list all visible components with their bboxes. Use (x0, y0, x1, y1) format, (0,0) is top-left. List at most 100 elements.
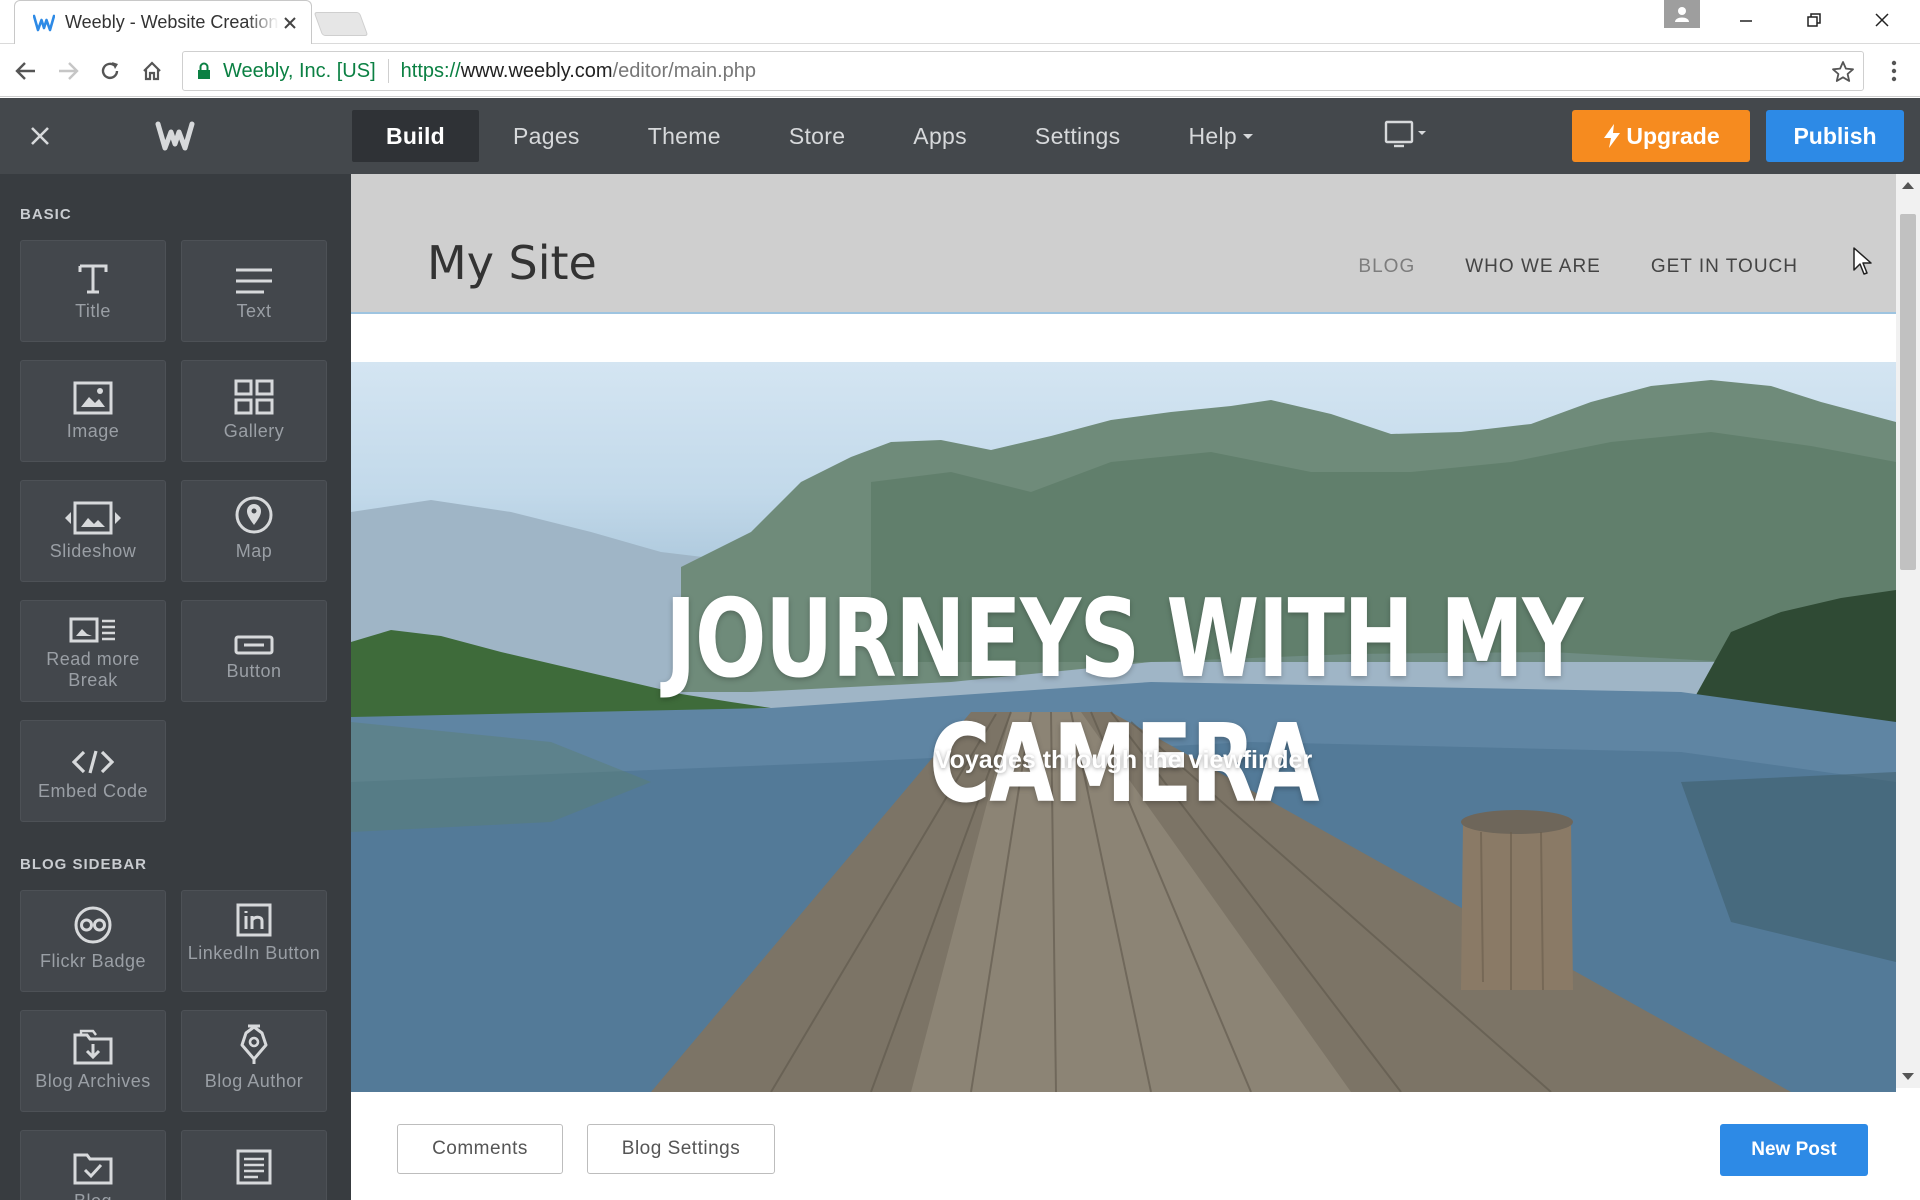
gallery-icon (234, 361, 274, 415)
blog-settings-button[interactable]: Blog Settings (587, 1124, 775, 1174)
code-icon (72, 721, 114, 775)
element-label: Blog (74, 1191, 112, 1200)
scroll-up-arrow-icon[interactable] (1902, 182, 1914, 189)
site-nav-blog[interactable]: BLOG (1358, 256, 1415, 278)
text-icon (234, 241, 274, 295)
site-identity: Weebly, Inc. [US] (223, 59, 376, 82)
element-embed-code[interactable]: Embed Code (20, 720, 166, 822)
element-flickr-badge[interactable]: Flickr Badge (20, 890, 166, 992)
element-text[interactable]: Text (181, 240, 327, 342)
element-label: Text (236, 301, 272, 321)
element-label: Blog Author (204, 1071, 304, 1091)
close-tab-icon[interactable] (279, 12, 301, 34)
lightning-icon (1604, 124, 1621, 148)
reload-icon[interactable] (96, 57, 124, 85)
tab-help[interactable]: Help (1154, 110, 1287, 162)
site-header[interactable]: My Site BLOG WHO WE ARE GET IN TOUCH (351, 174, 1896, 314)
title-icon (76, 241, 110, 295)
new-tab-button[interactable] (313, 12, 369, 36)
site-nav-get-in-touch[interactable]: GET IN TOUCH (1651, 256, 1798, 278)
flickr-icon (73, 891, 113, 945)
device-preview-icon[interactable] (1384, 118, 1434, 152)
restore-icon[interactable] (1784, 0, 1844, 40)
publish-button[interactable]: Publish (1766, 110, 1904, 162)
bookmark-star-icon[interactable] (1831, 60, 1855, 84)
upgrade-button[interactable]: Upgrade (1572, 110, 1750, 162)
element-blog-posts[interactable] (181, 1130, 327, 1200)
tab-theme[interactable]: Theme (614, 110, 755, 162)
element-gallery[interactable]: Gallery (181, 360, 327, 462)
element-label: Slideshow (49, 541, 137, 561)
minimize-icon[interactable] (1716, 0, 1776, 40)
button-icon (234, 601, 274, 655)
back-arrow-icon[interactable] (12, 57, 40, 85)
hero-title[interactable]: JOURNEYS WITH MY CAMERA (521, 577, 1726, 827)
element-map[interactable]: Map (181, 480, 327, 582)
tab-store[interactable]: Store (755, 110, 879, 162)
element-slideshow[interactable]: Slideshow (20, 480, 166, 582)
blog-categories-icon (73, 1131, 113, 1185)
editor-tabs: Build Pages Theme Store Apps Settings He… (352, 110, 1287, 162)
upgrade-label: Upgrade (1626, 122, 1720, 149)
element-label: Button (226, 661, 282, 681)
element-blog-archives[interactable]: Blog Archives (20, 1010, 166, 1112)
close-editor-icon[interactable] (22, 118, 58, 154)
element-label: Image (66, 421, 120, 441)
element-blog-categories[interactable]: Blog (20, 1130, 166, 1200)
browser-menu-icon[interactable] (1880, 57, 1908, 85)
chevron-down-icon (1242, 133, 1253, 139)
slideshow-icon (63, 481, 123, 535)
mouse-cursor-icon (1853, 247, 1872, 275)
element-label: Map (235, 541, 273, 561)
close-window-icon[interactable] (1852, 0, 1912, 40)
editor-toolbar: Build Pages Theme Store Apps Settings He… (0, 98, 1920, 174)
hero-subtitle[interactable]: Voyages through the viewfinder (351, 746, 1896, 775)
canvas-scrollbar[interactable] (1896, 174, 1920, 1088)
read-more-icon (69, 601, 117, 643)
home-icon[interactable] (138, 57, 166, 85)
section-label-blog-sidebar: BLOG SIDEBAR (20, 856, 148, 873)
element-read-more-break[interactable]: Read more Break (20, 600, 166, 702)
element-title[interactable]: Title (20, 240, 166, 342)
forward-arrow-icon[interactable] (54, 57, 82, 85)
author-pen-icon (238, 1011, 270, 1065)
browser-tab[interactable]: Weebly - Website Creation Tool (14, 0, 312, 44)
tab-settings[interactable]: Settings (1001, 110, 1155, 162)
element-label: Gallery (223, 421, 285, 441)
image-icon (73, 361, 113, 415)
tab-build[interactable]: Build (352, 110, 479, 162)
profile-icon[interactable] (1664, 0, 1700, 28)
comments-button[interactable]: Comments (397, 1124, 563, 1174)
hero-banner[interactable]: JOURNEYS WITH MY CAMERA Voyages through … (351, 362, 1896, 1092)
address-bar: Weebly, Inc. [US] https://www.weebly.com… (0, 45, 1920, 97)
element-label: LinkedIn Button (187, 943, 321, 963)
site-nav-who-we-are[interactable]: WHO WE ARE (1465, 256, 1601, 278)
tab-help-label: Help (1188, 122, 1237, 149)
site-title[interactable]: My Site (427, 236, 597, 290)
tab-pages[interactable]: Pages (479, 110, 614, 162)
element-label: Title (75, 301, 111, 321)
new-post-button[interactable]: New Post (1720, 1124, 1868, 1176)
lock-icon (195, 61, 213, 81)
blog-toolbar: Comments Blog Settings New Post (351, 1092, 1896, 1200)
element-label: Blog Archives (35, 1071, 151, 1091)
weebly-favicon-icon (33, 12, 55, 34)
scroll-thumb[interactable] (1900, 214, 1916, 570)
archives-icon (73, 1011, 113, 1065)
element-button[interactable]: Button (181, 600, 327, 702)
element-image[interactable]: Image (20, 360, 166, 462)
site-nav: BLOG WHO WE ARE GET IN TOUCH (1358, 256, 1798, 278)
linkedin-icon (236, 891, 272, 937)
browser-tab-bar: Weebly - Website Creation Tool (0, 0, 1920, 44)
element-blog-author[interactable]: Blog Author (181, 1010, 327, 1112)
browser-tab-title: Weebly - Website Creation Tool (65, 12, 279, 32)
tab-apps[interactable]: Apps (879, 110, 1001, 162)
element-linkedin-button[interactable]: LinkedIn Button (181, 890, 327, 992)
url-host: www.weebly.com (460, 59, 613, 82)
url-field[interactable]: Weebly, Inc. [US] https://www.weebly.com… (182, 51, 1864, 91)
section-label-basic: BASIC (20, 206, 72, 223)
url-protocol: https:// (400, 59, 461, 82)
elements-sidebar: BASIC Title Text Image Gallery Slideshow (0, 174, 351, 1200)
weebly-logo-icon[interactable] (150, 114, 200, 158)
scroll-down-arrow-icon[interactable] (1902, 1073, 1914, 1080)
